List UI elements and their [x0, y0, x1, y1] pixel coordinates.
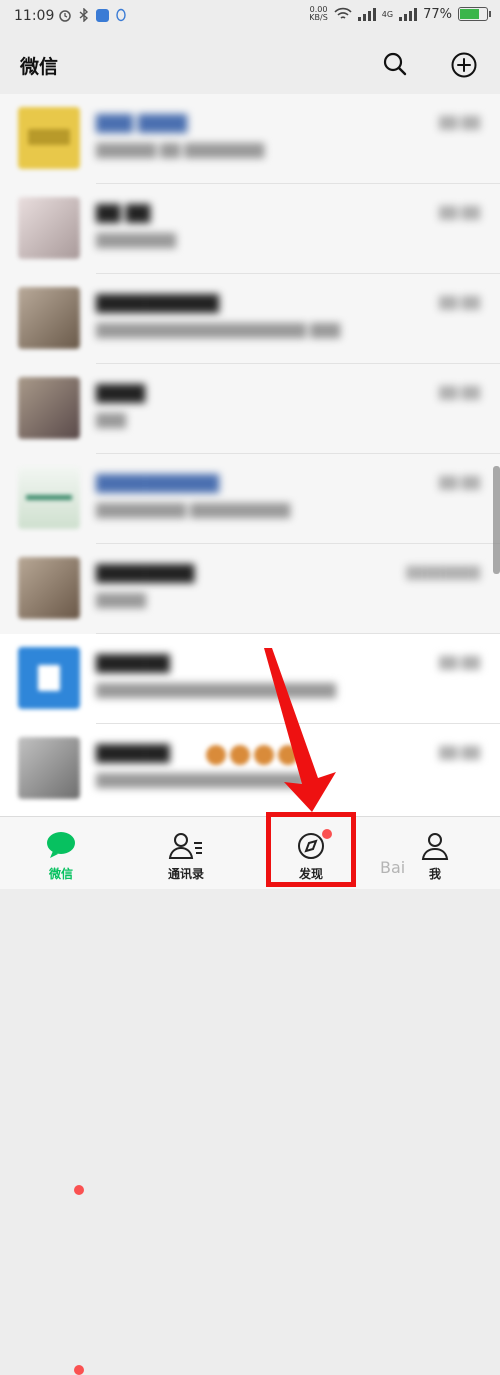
- unread-badge: [74, 1185, 84, 1195]
- annotation-highlight-box: [266, 812, 356, 887]
- unread-badge: [74, 1365, 84, 1375]
- annotation-arrow: [264, 648, 336, 812]
- watermark-logo: Bai: [380, 858, 406, 877]
